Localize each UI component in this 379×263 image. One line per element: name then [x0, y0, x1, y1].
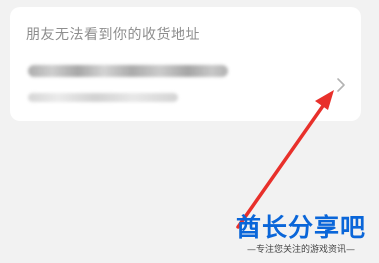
chevron-right-icon[interactable]: [334, 77, 348, 93]
watermark-title: 酋长分享吧: [235, 213, 366, 242]
site-watermark: 酋长分享吧 —专注您关注的游戏资讯—: [231, 214, 371, 257]
blurred-address-line: [28, 65, 228, 77]
blurred-contact-line: [28, 93, 178, 102]
address-card: 朋友无法看到你的收货地址: [10, 7, 361, 121]
address-privacy-notice: 朋友无法看到你的收货地址: [26, 27, 200, 43]
address-entry[interactable]: [10, 53, 361, 109]
watermark-subtitle: —专注您关注的游戏资讯—: [246, 245, 355, 255]
